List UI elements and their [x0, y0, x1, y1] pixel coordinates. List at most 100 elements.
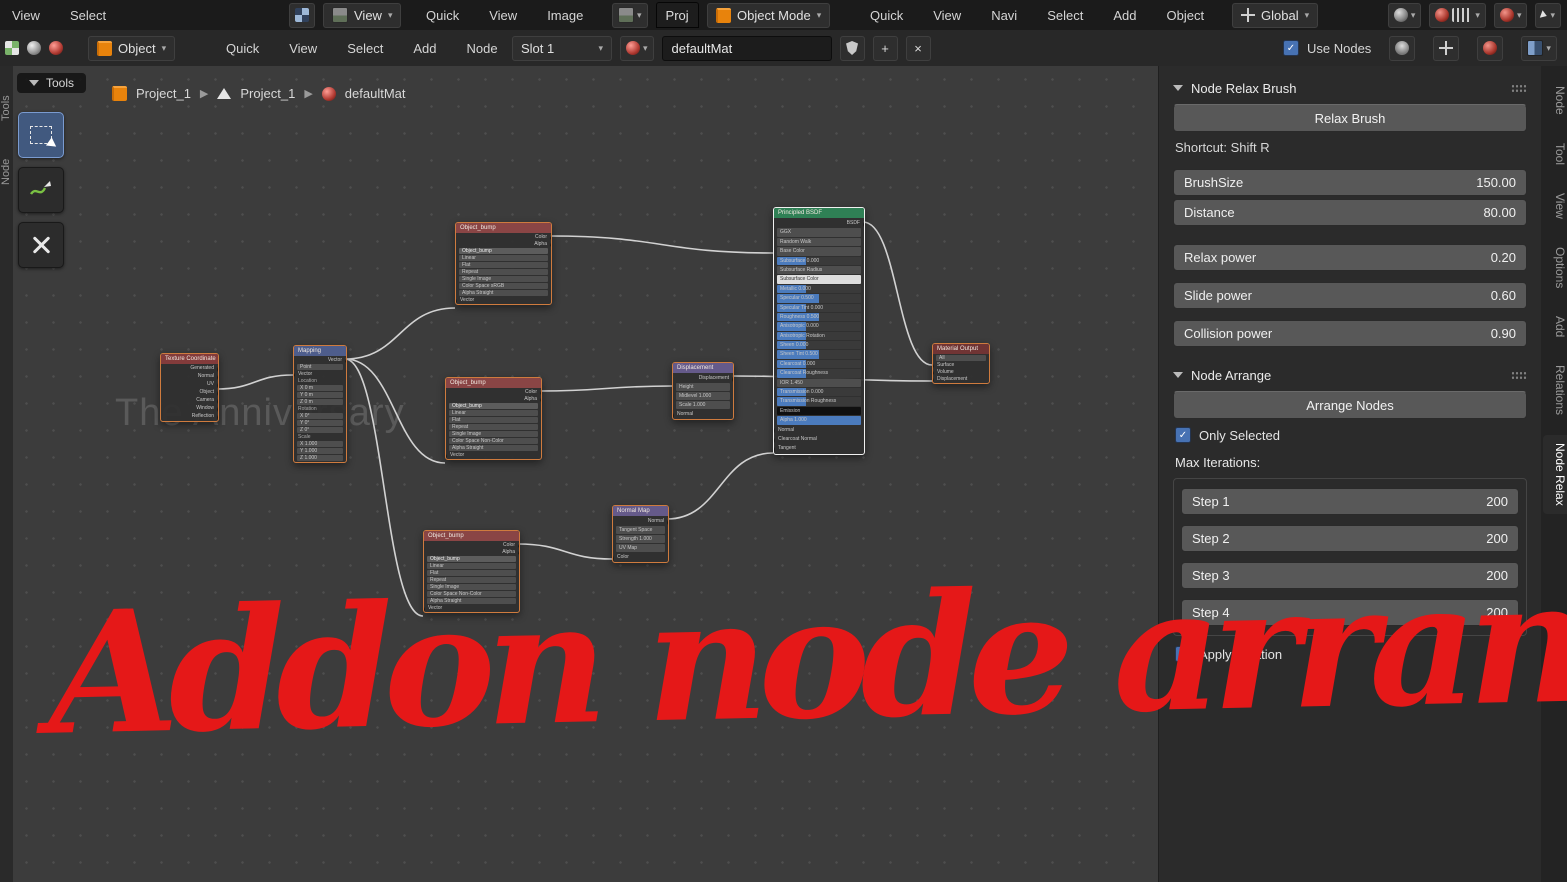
node-relax-panel-header[interactable]: Node Relax Brush [1173, 76, 1527, 100]
menu-item[interactable]: View [10, 8, 42, 23]
image-selector-button[interactable]: ▾ [612, 2, 648, 28]
node-row[interactable]: Single Image [459, 276, 548, 282]
proportional-edit-button[interactable]: ▾ [1387, 2, 1422, 28]
node-row[interactable]: Displacement [933, 376, 989, 382]
node-row[interactable]: Single Image [449, 431, 538, 437]
node-row[interactable]: Window [161, 405, 218, 412]
node-row[interactable]: Point [297, 364, 343, 370]
use-nodes-toggle[interactable]: Use Nodes [1283, 40, 1371, 56]
node-title[interactable]: Mapping [294, 346, 346, 356]
node-row[interactable]: Anisotropic 0.000 [777, 322, 861, 331]
node-row[interactable]: Transmission Roughness [777, 397, 861, 406]
overlay-toggle-button[interactable]: ▾ [1521, 35, 1557, 61]
node-row[interactable]: Color Space Non-Color [427, 591, 516, 597]
node-row[interactable]: Location [294, 378, 346, 384]
sidebar-tab[interactable]: View [1543, 185, 1567, 227]
sidebar-tab[interactable]: Node [1543, 78, 1567, 123]
node-row[interactable]: X 1.000 [297, 441, 343, 447]
node-row[interactable]: Rotation [294, 406, 346, 412]
value-slider[interactable]: Distance 80.00 [1173, 199, 1527, 226]
node-row[interactable]: Scale [294, 434, 346, 440]
node-row[interactable]: Color Space sRGB [459, 283, 548, 289]
node-row[interactable]: Tangent [774, 444, 864, 453]
node-row[interactable]: Normal [673, 410, 733, 418]
menu-item[interactable]: Quick [224, 41, 261, 56]
node-row[interactable]: All [936, 355, 986, 361]
menu-item[interactable]: View [931, 8, 963, 23]
left-tab-tools[interactable]: Tools [0, 80, 13, 136]
menu-item[interactable]: View [287, 41, 319, 56]
panel-grip-icon[interactable] [1511, 370, 1527, 380]
node-row[interactable]: Repeat [449, 424, 538, 430]
node-title[interactable]: Principled BSDF [774, 208, 864, 218]
node-row[interactable]: Roughness 0.500 [777, 312, 861, 322]
node-row[interactable]: Tangent Space [616, 526, 665, 534]
node-title[interactable]: Object_bump [424, 531, 519, 541]
node-row[interactable]: Y 1.000 [297, 448, 343, 454]
step-field[interactable]: Step 4 200 [1181, 599, 1519, 626]
node-row[interactable]: IOR 1.450 [777, 378, 861, 388]
node-row[interactable]: Object [161, 389, 218, 396]
node-editor-canvas[interactable] [13, 66, 1158, 882]
only-selected-toggle[interactable]: Only Selected [1175, 427, 1525, 443]
sidebar-tab[interactable]: Tool [1543, 135, 1567, 173]
node-row[interactable]: Object_bump [449, 403, 538, 409]
value-slider[interactable]: Slide power 0.60 [1173, 282, 1527, 309]
node-row[interactable]: Object_bump [459, 248, 548, 254]
slot-dropdown[interactable]: Slot 1 ▾ [512, 35, 612, 61]
step-field[interactable]: Step 1 200 [1181, 488, 1519, 515]
node-row[interactable]: Vector [446, 452, 541, 458]
node-row[interactable]: Flat [449, 417, 538, 423]
node-row[interactable]: UV Map [616, 544, 665, 552]
node-row[interactable]: Vector [294, 357, 346, 363]
node-title[interactable]: Texture Coordinate [161, 354, 218, 364]
editor-type-button[interactable] [289, 2, 315, 28]
node-row[interactable]: Clearcoat Roughness [777, 369, 861, 378]
annotate-tool-button[interactable] [18, 167, 64, 213]
arrange-nodes-button[interactable]: Arrange Nodes [1173, 391, 1527, 419]
new-material-button[interactable]: + [872, 35, 898, 61]
sidebar-tab[interactable]: Options [1543, 239, 1567, 296]
node-row[interactable]: Alpha Straight [449, 445, 538, 451]
step-field[interactable]: Step 2 200 [1181, 525, 1519, 552]
node-image-texture-3[interactable]: Object_bump Color Alpha Object_bump Linear Fl… [423, 530, 520, 613]
node-row[interactable]: Specular Tint 0.000 [777, 303, 861, 312]
node-row[interactable]: Repeat [427, 577, 516, 583]
pin-button[interactable] [1389, 35, 1416, 61]
select-tool-button[interactable]: ▾ [1535, 2, 1561, 28]
node-row[interactable]: Linear [427, 563, 516, 569]
box-select-tool-button[interactable] [18, 112, 64, 158]
node-row[interactable]: Z 1.000 [297, 455, 343, 461]
node-row[interactable]: Linear [459, 255, 548, 261]
node-row[interactable]: Clearcoat Normal [774, 435, 864, 444]
breadcrumb-mesh[interactable]: Project_1 [240, 86, 295, 101]
node-row[interactable]: Color [424, 542, 519, 548]
node-row[interactable]: Subsurface Radius [777, 265, 861, 275]
node-row[interactable]: Transmission 0.000 [777, 388, 861, 397]
editor-grid-icon[interactable] [5, 41, 19, 55]
transform-orientation-dropdown[interactable]: Global ▾ [1232, 2, 1319, 28]
node-row[interactable]: Alpha Straight [427, 598, 516, 604]
parent-node-button[interactable] [1433, 35, 1460, 61]
node-arrange-panel-header[interactable]: Node Arrange [1173, 363, 1527, 387]
node-row[interactable]: Repeat [459, 269, 548, 275]
value-slider[interactable]: BrushSize 150.00 [1173, 169, 1527, 196]
step-field[interactable]: Step 3 200 [1181, 562, 1519, 589]
snapping-button[interactable] [1477, 35, 1504, 61]
fake-user-button[interactable] [839, 35, 865, 61]
node-title[interactable]: Displacement [673, 363, 733, 373]
node-row[interactable]: Color [456, 234, 551, 240]
node-row[interactable]: Y 0 m [297, 392, 343, 398]
node-row[interactable]: Alpha [424, 549, 519, 555]
node-row[interactable]: Base Color [777, 247, 861, 256]
node-row[interactable]: Displacement [673, 374, 733, 382]
node-row[interactable]: Linear [449, 410, 538, 416]
node-material-output[interactable]: Material Output All Surface Volume Displacem… [932, 343, 990, 384]
sidebar-tab[interactable]: Relations [1543, 357, 1567, 423]
menu-item[interactable]: Quick [868, 8, 905, 23]
menu-item[interactable]: Navi [989, 8, 1019, 23]
node-row[interactable]: Midlevel 1.000 [676, 392, 730, 400]
node-row[interactable]: Z 0° [297, 427, 343, 433]
snap-button[interactable]: ▾ [1429, 2, 1486, 28]
node-row[interactable]: Normal [161, 373, 218, 380]
